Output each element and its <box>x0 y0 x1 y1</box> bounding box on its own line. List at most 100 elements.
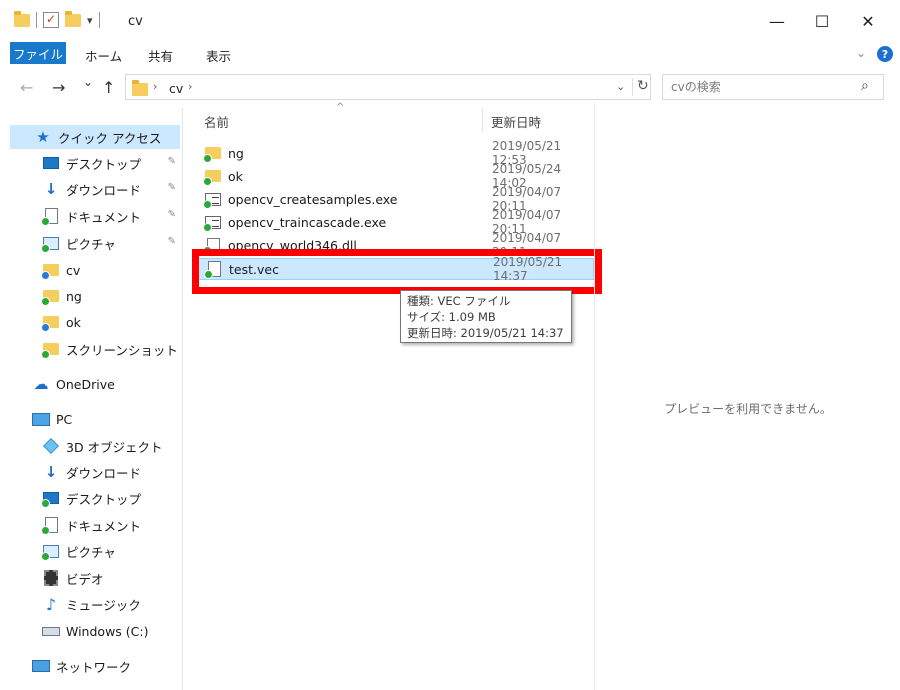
column-header-name[interactable]: 名前 <box>204 112 229 131</box>
sidebar-item-pc-pictures[interactable]: ピクチャ <box>10 539 180 563</box>
sort-ascending-icon: ^ <box>336 102 345 113</box>
sidebar-item-pc[interactable]: PC <box>10 407 180 431</box>
sidebar-item-screenshots[interactable]: スクリーンショット <box>10 337 180 361</box>
tooltip-size: サイズ: 1.09 MB <box>407 310 496 324</box>
pictures-icon <box>41 543 60 561</box>
sidebar-item-pc-desktop[interactable]: デスクトップ <box>10 486 180 510</box>
sidebar-item-windows-c[interactable]: Windows (C:) <box>10 619 180 643</box>
search-input[interactable] <box>671 79 851 95</box>
download-icon: ↓ <box>44 463 58 481</box>
tab-share[interactable]: 共有 <box>148 46 173 65</box>
close-button[interactable]: ✕ <box>853 9 883 33</box>
sidebar-item-label: クイック アクセス <box>58 130 162 146</box>
desktop-icon <box>41 490 60 508</box>
documents-icon <box>41 517 60 535</box>
videos-icon <box>42 570 60 586</box>
preview-message: プレビューを利用できません。 <box>664 402 832 416</box>
documents-icon <box>41 208 60 226</box>
preview-pane: プレビューを利用できません。 <box>594 102 900 690</box>
tab-file[interactable]: ファイル <box>10 42 66 64</box>
folder-icon <box>14 10 30 27</box>
tab-view[interactable]: 表示 <box>206 46 231 65</box>
column-header-date[interactable]: 更新日時 <box>491 112 541 131</box>
new-folder-icon[interactable] <box>65 10 81 27</box>
sidebar-item-label: ドキュメント <box>66 518 142 534</box>
sidebar-item-documents[interactable]: ドキュメント ✎ <box>10 204 180 228</box>
window-title: cv <box>128 14 143 29</box>
forward-button[interactable]: → <box>52 78 65 97</box>
star-icon: ★ <box>36 128 50 146</box>
folder-icon <box>203 168 222 186</box>
sidebar-item-music[interactable]: ♪ ミュージック <box>10 592 180 616</box>
file-tooltip: 種類: VEC ファイル サイズ: 1.09 MB 更新日時: 2019/05/… <box>400 290 572 343</box>
folder-icon <box>41 341 60 359</box>
sidebar-item-label: デスクトップ <box>66 156 142 172</box>
file-name: opencv_createsamples.exe <box>228 191 398 207</box>
folder-icon <box>203 145 222 163</box>
sidebar-item-label: ダウンロード <box>66 465 142 481</box>
cloud-icon: ☁ <box>33 375 49 393</box>
minimize-button[interactable]: — <box>762 9 792 33</box>
sidebar-item-pc-downloads[interactable]: ↓ ダウンロード <box>10 460 180 484</box>
sidebar-item-label: 3D オブジェクト <box>66 439 163 455</box>
file-name: ok <box>228 168 243 184</box>
up-button[interactable]: ↑ <box>102 78 115 97</box>
breadcrumb-separator[interactable]: › <box>188 80 192 93</box>
sidebar-item-onedrive[interactable]: ☁ OneDrive <box>10 372 180 396</box>
sidebar-item-pc-documents[interactable]: ドキュメント <box>10 513 180 537</box>
sidebar-item-label: ドキュメント <box>66 209 142 225</box>
sidebar-item-ng[interactable]: ng <box>10 284 180 308</box>
sidebar-item-downloads[interactable]: ↓ ダウンロード ✎ <box>10 177 180 201</box>
sidebar-item-pictures[interactable]: ピクチャ ✎ <box>10 231 180 255</box>
file-row[interactable]: opencv_createsamples.exe 2019/04/07 20:1… <box>198 185 594 213</box>
file-row[interactable]: ok 2019/05/24 14:02 <box>198 162 594 190</box>
sidebar-item-ok[interactable]: ok <box>10 310 180 334</box>
search-box[interactable]: ⌕ <box>662 74 884 100</box>
breadcrumb-separator[interactable]: › <box>153 80 157 93</box>
file-row[interactable]: ng 2019/05/21 12:53 <box>198 139 594 167</box>
sidebar-item-label: OneDrive <box>56 376 115 392</box>
sidebar-item-label: ビデオ <box>66 571 104 587</box>
3d-objects-icon <box>42 438 60 454</box>
sidebar-item-label: cv <box>66 262 81 278</box>
sidebar-item-label: Windows (C:) <box>66 623 149 639</box>
folder-icon <box>132 80 148 96</box>
customize-toolbar-icon[interactable]: ▾ <box>87 14 93 27</box>
drive-icon <box>42 623 60 639</box>
red-highlight-box <box>192 249 602 294</box>
maximize-button[interactable]: ☐ <box>807 9 837 33</box>
navigation-pane: ★ クイック アクセス デスクトップ ✎ ↓ ダウンロード ✎ ドキュメント ✎… <box>0 108 183 690</box>
search-icon[interactable]: ⌕ <box>861 78 869 94</box>
file-row[interactable]: opencv_traincascade.exe 2019/04/07 20:11 <box>198 208 594 236</box>
pc-icon <box>32 411 50 427</box>
sidebar-item-cv[interactable]: cv <box>10 258 180 282</box>
address-bar[interactable]: › cv › ⌄ ↻ <box>125 74 651 100</box>
sidebar-item-quick-access[interactable]: ★ クイック アクセス <box>10 125 180 149</box>
tab-home[interactable]: ホーム <box>85 46 122 65</box>
pin-icon: ✎ <box>167 209 176 220</box>
folder-icon <box>41 288 60 306</box>
expand-ribbon-icon[interactable]: ⌄ <box>856 46 866 60</box>
sidebar-item-3d-objects[interactable]: 3D オブジェクト <box>10 434 180 458</box>
help-icon[interactable]: ? <box>877 46 893 62</box>
pin-icon: ✎ <box>167 156 176 167</box>
download-icon: ↓ <box>44 180 58 198</box>
back-button[interactable]: ← <box>20 78 33 97</box>
column-separator[interactable] <box>482 108 483 132</box>
sidebar-item-label: ok <box>66 314 81 330</box>
sidebar-item-desktop[interactable]: デスクトップ ✎ <box>10 151 180 175</box>
toolbar-separator <box>98 12 100 28</box>
pin-icon: ✎ <box>167 182 176 193</box>
sidebar-item-label: ピクチャ <box>66 236 116 252</box>
tooltip-modified: 更新日時: 2019/05/21 14:37 <box>407 326 564 340</box>
recent-locations-button[interactable]: ⌄ <box>83 75 93 89</box>
title-bar: ▾ cv — ☐ ✕ <box>0 0 900 42</box>
sidebar-item-network[interactable]: ネットワーク <box>10 654 180 678</box>
sidebar-item-label: スクリーンショット <box>66 342 178 358</box>
refresh-icon[interactable]: ↻ <box>632 78 649 96</box>
sidebar-item-videos[interactable]: ビデオ <box>10 566 180 590</box>
breadcrumb-cv[interactable]: cv <box>169 81 183 96</box>
properties-icon[interactable] <box>43 12 59 28</box>
exe-icon <box>203 191 222 209</box>
address-dropdown-icon[interactable]: ⌄ <box>616 80 625 93</box>
